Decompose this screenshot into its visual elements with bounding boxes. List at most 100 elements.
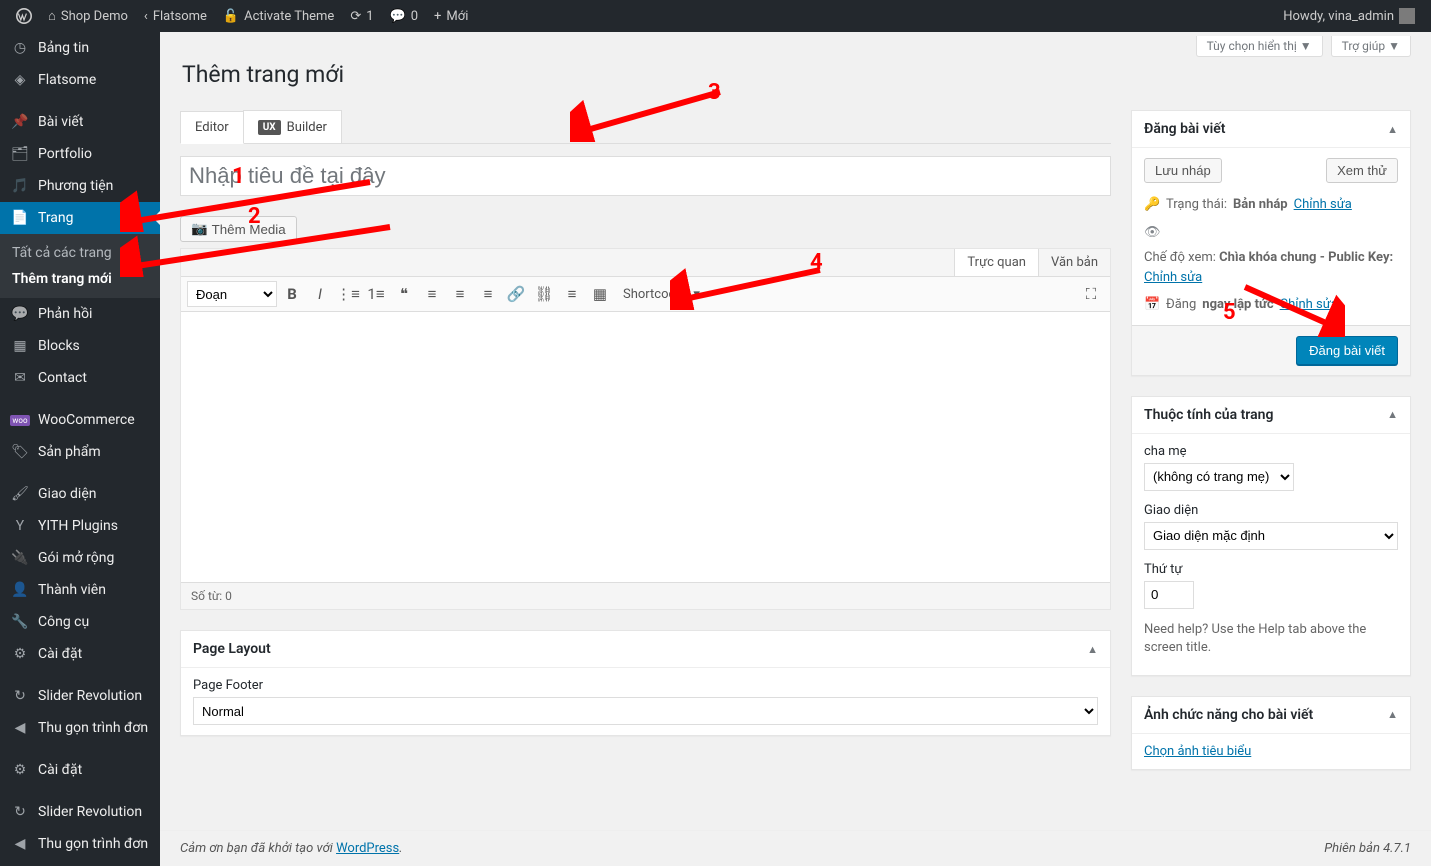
menu-contact[interactable]: ✉Contact xyxy=(0,362,160,394)
menu-settings[interactable]: ⚙Cài đặt xyxy=(0,638,160,670)
menu-pages[interactable]: 📄Trang xyxy=(0,202,160,234)
schedule-row: 📅 Đăng ngay lập tức Chỉnh sửa xyxy=(1144,295,1398,315)
help-text: Need help? Use the Help tab above the sc… xyxy=(1144,621,1398,657)
dropdown-icon: ◈ xyxy=(10,72,30,88)
tab-editor[interactable]: Editor xyxy=(180,111,244,144)
align-center-button[interactable]: ≡ xyxy=(447,281,473,307)
admin-bar: ⌂Shop Demo ‹Flatsome 🔓Activate Theme ⟳1 … xyxy=(0,0,1431,32)
unlink-button[interactable]: ⛓ xyxy=(531,281,557,307)
submenu-all-pages[interactable]: Tất cả các trang xyxy=(0,240,160,266)
page-layout-header[interactable]: Page Layout▲ xyxy=(181,631,1110,668)
publish-box-header[interactable]: Đăng bài viết▲ xyxy=(1132,111,1410,148)
page-attributes-header[interactable]: Thuộc tính của trang▲ xyxy=(1132,397,1410,434)
preview-button[interactable]: Xem thử xyxy=(1326,158,1398,183)
text-tab[interactable]: Văn bản xyxy=(1038,249,1110,276)
page-footer-select[interactable]: Normal xyxy=(193,697,1098,725)
menu-collapse-2[interactable]: ◀Thu gọn trình đơn xyxy=(0,828,160,860)
comments-count[interactable]: 💬0 xyxy=(382,0,427,32)
fullscreen-button[interactable]: ⛶ xyxy=(1078,281,1104,307)
align-right-button[interactable]: ≡ xyxy=(475,281,501,307)
pin-icon: 📌 xyxy=(10,114,30,130)
new-content[interactable]: +Mới xyxy=(426,0,476,32)
ux-badge: UX xyxy=(258,120,281,135)
version-text: Phiên bản 4.7.1 xyxy=(1324,841,1411,856)
slider-icon: ↻ xyxy=(10,688,30,704)
submenu-add-page[interactable]: Thêm trang mới xyxy=(0,266,160,292)
post-title-input[interactable] xyxy=(180,156,1111,196)
eye-icon: 👁 xyxy=(1144,223,1160,243)
readmore-button[interactable]: ≡ xyxy=(559,281,585,307)
editor-mode-tabs: Editor UXBuilder xyxy=(180,110,1111,144)
refresh-icon: ⟳ xyxy=(350,9,361,24)
blocks-icon: ▦ xyxy=(10,338,30,354)
menu-portfolio[interactable]: 🗂Portfolio xyxy=(0,138,160,170)
menu-settings-2[interactable]: ⚙Cài đặt xyxy=(0,754,160,786)
home-icon: ⌂ xyxy=(48,8,56,24)
add-media-button[interactable]: 📷Thêm Media xyxy=(180,216,297,242)
slider-icon: ↻ xyxy=(10,804,30,820)
activate-theme[interactable]: 🔓Activate Theme xyxy=(215,0,342,32)
toolbar-toggle-button[interactable]: ▦ xyxy=(587,281,613,307)
menu-slider-rev[interactable]: ↻Slider Revolution xyxy=(0,680,160,712)
order-input[interactable] xyxy=(1144,581,1194,609)
publish-button[interactable]: Đăng bài viết xyxy=(1296,336,1398,365)
site-name[interactable]: ⌂Shop Demo xyxy=(40,0,136,32)
product-icon: 🏷 xyxy=(10,444,30,460)
menu-posts[interactable]: 📌Bài viết xyxy=(0,106,160,138)
admin-sidebar: ◷Bảng tin ◈Flatsome 📌Bài viết 🗂Portfolio… xyxy=(0,32,160,866)
featured-image-header[interactable]: Ảnh chức năng cho bài viết▲ xyxy=(1132,697,1410,734)
blockquote-button[interactable]: ❝ xyxy=(391,281,417,307)
italic-button[interactable]: I xyxy=(307,281,333,307)
menu-slider-rev-2[interactable]: ↻Slider Revolution xyxy=(0,796,160,828)
calendar-icon: 📅 xyxy=(1144,295,1160,315)
content-editor[interactable] xyxy=(181,312,1110,582)
triangle-up-icon: ▲ xyxy=(1387,123,1398,136)
set-featured-image-link[interactable]: Chọn ảnh tiêu biểu xyxy=(1144,744,1251,759)
help-toggle[interactable]: Trợ giúp ▼ xyxy=(1331,36,1411,57)
menu-comments[interactable]: 💬Phản hồi xyxy=(0,298,160,330)
bold-button[interactable]: B xyxy=(279,281,305,307)
menu-dashboard[interactable]: ◷Bảng tin xyxy=(0,32,160,64)
theme-link[interactable]: ‹Flatsome xyxy=(136,0,215,32)
shortcodes-dropdown[interactable]: Shortcodes ▾ xyxy=(615,281,708,307)
mail-icon: ✉ xyxy=(10,370,30,386)
tab-builder[interactable]: UXBuilder xyxy=(243,110,342,143)
menu-woocommerce[interactable]: wooWooCommerce xyxy=(0,404,160,436)
menu-flatsome[interactable]: ◈Flatsome xyxy=(0,64,160,96)
menu-tools[interactable]: 🔧Công cụ xyxy=(0,606,160,638)
pages-submenu: Tất cả các trang Thêm trang mới xyxy=(0,234,160,298)
menu-appearance[interactable]: 🖌Giao diện xyxy=(0,478,160,510)
edit-visibility-link[interactable]: Chỉnh sửa xyxy=(1144,270,1202,285)
menu-collapse[interactable]: ◀Thu gọn trình đơn xyxy=(0,712,160,744)
menu-yith[interactable]: YYITH Plugins xyxy=(0,510,160,542)
bullet-list-button[interactable]: ⋮≡ xyxy=(335,281,361,307)
menu-media[interactable]: 🎵Phương tiện xyxy=(0,170,160,202)
screen-options-toggle[interactable]: Tùy chọn hiển thị ▼ xyxy=(1196,36,1323,57)
menu-products[interactable]: 🏷Sản phẩm xyxy=(0,436,160,468)
dashboard-icon: ◷ xyxy=(10,40,30,56)
edit-date-link[interactable]: Chỉnh sửa xyxy=(1280,295,1338,315)
page-icon: 📄 xyxy=(10,210,30,226)
users-icon: 👤 xyxy=(10,582,30,598)
camera-icon: 📷 xyxy=(191,221,208,237)
template-select[interactable]: Giao diện mặc định xyxy=(1144,522,1398,550)
menu-blocks[interactable]: ▦Blocks xyxy=(0,330,160,362)
page-attributes-box: Thuộc tính của trang▲ cha mẹ (không có t… xyxy=(1131,396,1411,676)
save-draft-button[interactable]: Lưu nháp xyxy=(1144,158,1222,183)
editor-container: Trực quan Văn bản Đoạn B I ⋮≡ 1≡ ❝ ≡ ≡ ≡… xyxy=(180,248,1111,610)
wp-logo[interactable] xyxy=(8,0,40,32)
wordpress-link[interactable]: WordPress xyxy=(336,841,399,856)
number-list-button[interactable]: 1≡ xyxy=(363,281,389,307)
main-content: Tùy chọn hiển thị ▼ Trợ giúp ▼ Thêm tran… xyxy=(160,32,1431,866)
menu-plugins[interactable]: 🔌Gói mở rộng xyxy=(0,542,160,574)
parent-select[interactable]: (không có trang mẹ) xyxy=(1144,463,1294,491)
updates[interactable]: ⟳1 xyxy=(342,0,381,32)
visual-tab[interactable]: Trực quan xyxy=(954,249,1038,276)
link-button[interactable]: 🔗 xyxy=(503,281,529,307)
edit-status-link[interactable]: Chỉnh sửa xyxy=(1294,195,1352,215)
format-select[interactable]: Đoạn xyxy=(187,281,277,307)
menu-users[interactable]: 👤Thành viên xyxy=(0,574,160,606)
howdy-account[interactable]: Howdy, vina_admin xyxy=(1275,0,1423,32)
align-left-button[interactable]: ≡ xyxy=(419,281,445,307)
woo-icon: woo xyxy=(10,415,30,426)
